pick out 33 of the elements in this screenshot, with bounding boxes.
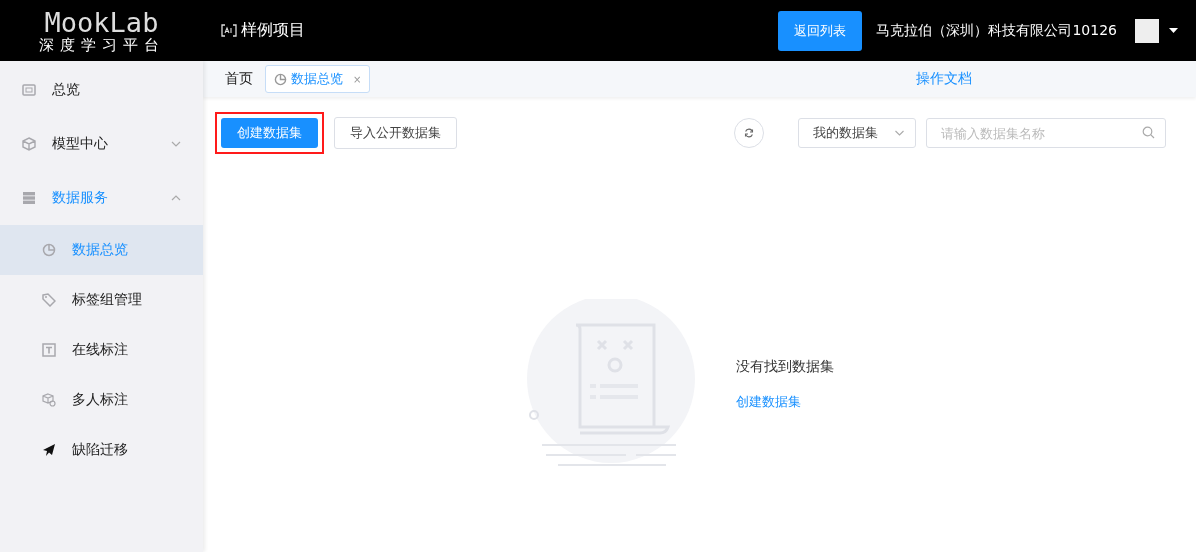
logo-title: MookLab [44,8,159,36]
caret-icon[interactable] [1169,28,1178,33]
sidebar-item[interactable]: 模型中心 [0,117,203,171]
sidebar-item[interactable]: 总览 [0,63,203,117]
database-icon [22,191,36,205]
paper-plane-icon [42,443,56,457]
cube-icon [22,137,36,151]
search-field[interactable]: 请输入数据集名称 [926,118,1166,148]
pie-chart-icon [42,243,56,257]
company-name: 马克拉伯（深圳）科技有限公司10126 [876,21,1117,40]
ai-icon [221,24,237,37]
refresh-icon [744,128,754,138]
refresh-button[interactable] [734,118,764,148]
import-dataset-button[interactable]: 导入公开数据集 [334,117,457,149]
sidebar-item[interactable]: 标签组管理 [0,275,203,325]
chevron-down-icon [171,141,181,147]
pie-chart-icon [274,72,287,86]
logo-subtitle: 深度学习平台 [38,37,165,53]
chevron-down-icon [894,130,905,136]
chevron-up-icon [171,195,181,201]
sidebar-item[interactable]: 在线标注 [0,325,203,375]
avatar[interactable] [1135,18,1159,43]
tag-icon [42,293,56,307]
sidebar-item[interactable]: 缺陷迁移 [0,425,203,475]
text-box-icon [42,343,56,357]
project-name: 样例项目 [241,20,305,41]
search-icon [1142,126,1155,139]
dataset-filter-select[interactable]: 我的数据集 [798,118,916,148]
empty-message: 没有找到数据集 [735,357,834,376]
folder-icon [22,83,36,97]
home-tab[interactable]: 首页 [225,70,253,88]
boxes-icon [42,393,56,407]
sidebar-item[interactable]: 多人标注 [0,375,203,425]
